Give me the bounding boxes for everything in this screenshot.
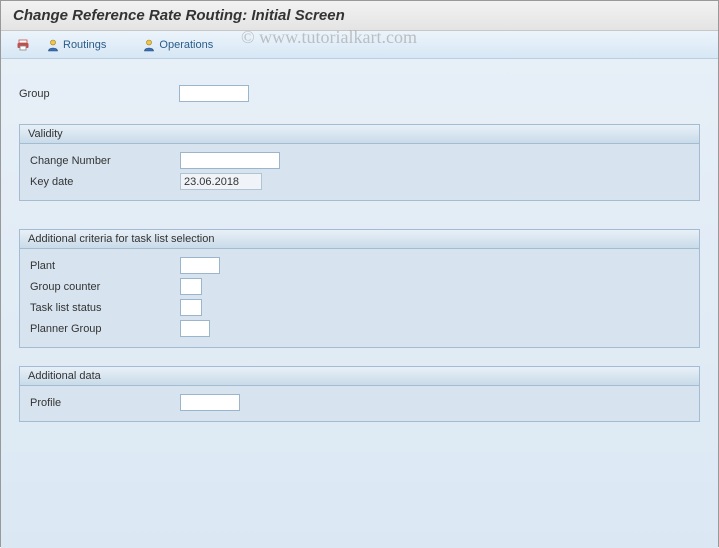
plant-row: Plant <box>30 257 689 274</box>
routings-label: Routings <box>63 39 106 51</box>
operations-button[interactable]: Operations <box>135 35 220 55</box>
additional-group: Additional data Profile <box>19 366 700 422</box>
group-row: Group <box>19 85 700 102</box>
group-counter-label: Group counter <box>30 281 180 293</box>
change-number-input[interactable] <box>180 152 280 169</box>
criteria-group: Additional criteria for task list select… <box>19 229 700 348</box>
planner-input[interactable] <box>180 320 210 337</box>
group-counter-row: Group counter <box>30 278 689 295</box>
operations-label: Operations <box>159 39 213 51</box>
change-number-row: Change Number <box>30 152 689 169</box>
group-input[interactable] <box>179 85 249 102</box>
printer-icon <box>16 38 30 52</box>
criteria-header: Additional criteria for task list select… <box>20 230 699 249</box>
plant-input[interactable] <box>180 257 220 274</box>
status-row: Task list status <box>30 299 689 316</box>
planner-row: Planner Group <box>30 320 689 337</box>
person-icon <box>142 38 156 52</box>
additional-header: Additional data <box>20 367 699 386</box>
planner-label: Planner Group <box>30 323 180 335</box>
key-date-input[interactable] <box>180 173 262 190</box>
toolbar: Routings Operations <box>1 31 718 59</box>
content-area: Group Validity Change Number Key date Ad… <box>1 59 718 548</box>
change-number-label: Change Number <box>30 155 180 167</box>
page-title: Change Reference Rate Routing: Initial S… <box>13 7 345 24</box>
title-bar: Change Reference Rate Routing: Initial S… <box>1 1 718 31</box>
profile-label: Profile <box>30 397 180 409</box>
routings-button[interactable]: Routings <box>39 35 113 55</box>
profile-input[interactable] <box>180 394 240 411</box>
person-icon <box>46 38 60 52</box>
validity-group: Validity Change Number Key date <box>19 124 700 201</box>
group-label: Group <box>19 88 179 100</box>
print-button[interactable] <box>9 35 37 55</box>
plant-label: Plant <box>30 260 180 272</box>
status-label: Task list status <box>30 302 180 314</box>
status-input[interactable] <box>180 299 202 316</box>
key-date-row: Key date <box>30 173 689 190</box>
group-counter-input[interactable] <box>180 278 202 295</box>
profile-row: Profile <box>30 394 689 411</box>
key-date-label: Key date <box>30 176 180 188</box>
validity-header: Validity <box>20 125 699 144</box>
